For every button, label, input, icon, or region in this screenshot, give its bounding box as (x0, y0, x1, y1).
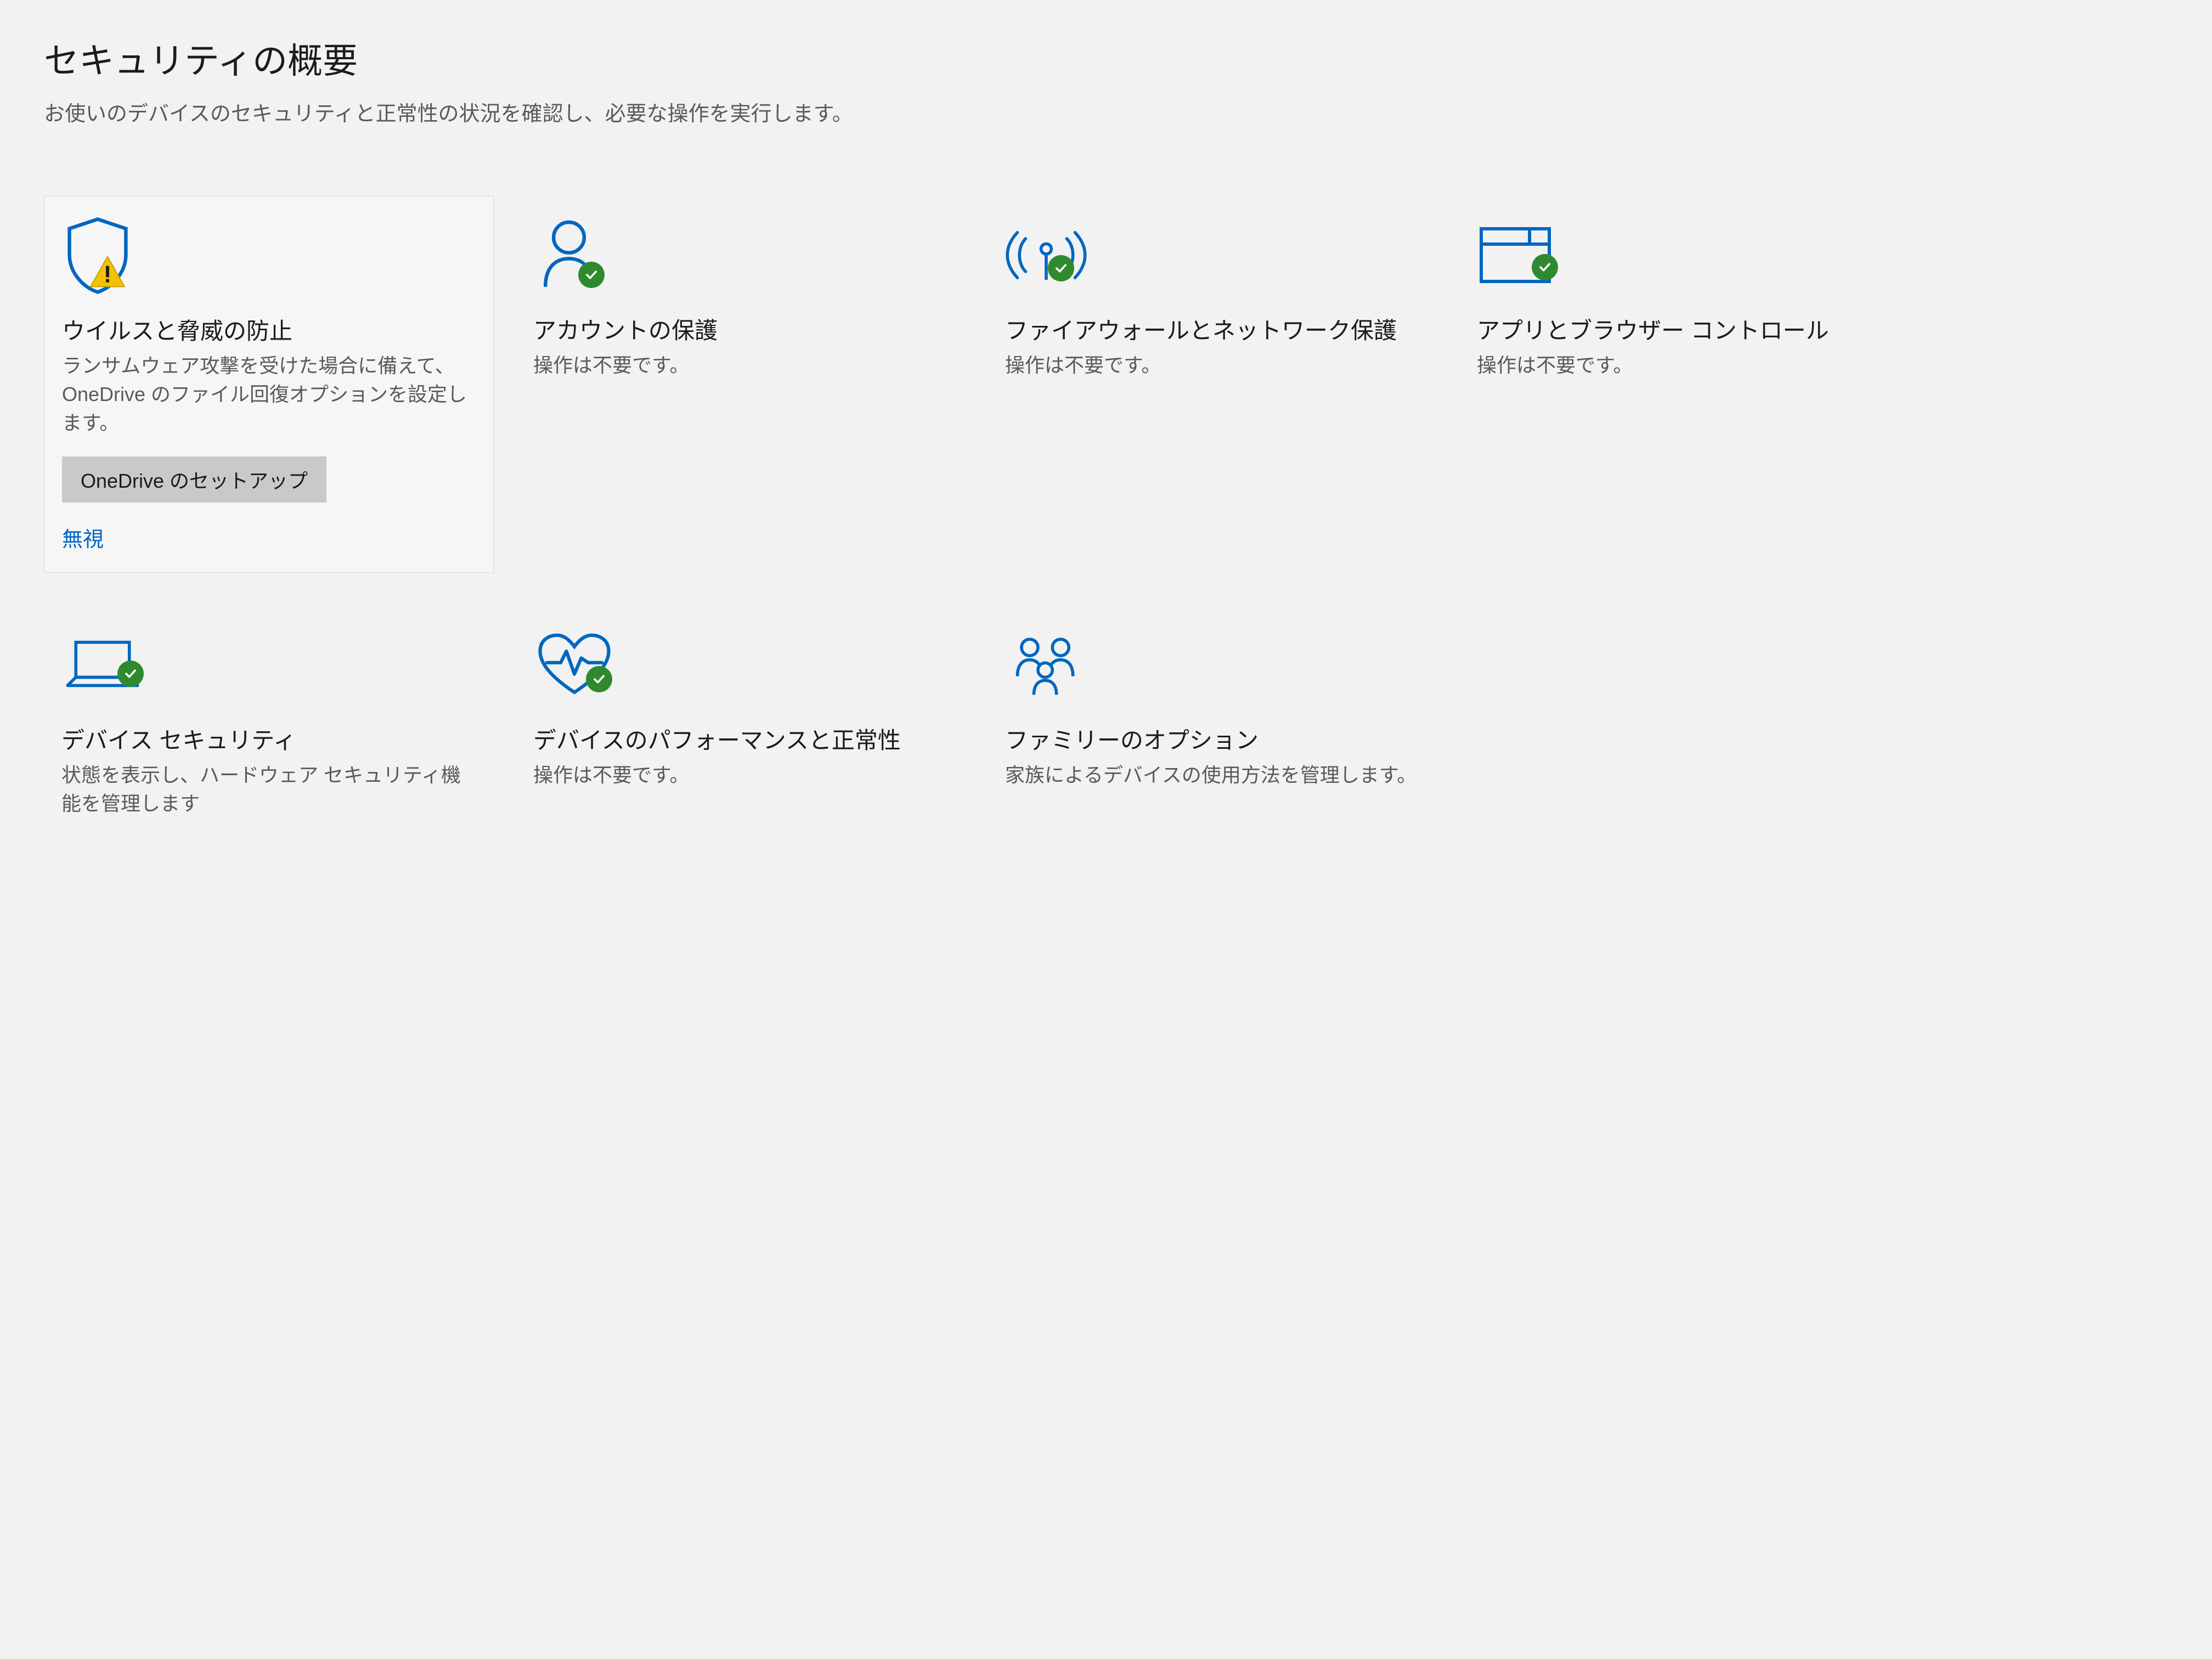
onedrive-setup-button[interactable]: OneDrive のセットアップ (62, 456, 326, 503)
check-badge-icon (1048, 255, 1074, 281)
tile-title: アプリとブラウザー コントロール (1477, 312, 1892, 346)
tile-title: デバイスのパフォーマンスと正常性 (533, 722, 948, 755)
account-icon (533, 211, 948, 299)
tile-title: ファイアウォールとネットワーク保護 (1005, 312, 1420, 346)
tile-desc: 状態を表示し、ハードウェア セキュリティ機能を管理します (61, 761, 476, 818)
tile-firewall-network[interactable]: ファイアウォールとネットワーク保護 操作は不要です。 (988, 196, 1437, 409)
laptop-icon (61, 621, 476, 709)
window-icon (1477, 211, 1892, 299)
antenna-icon (1005, 211, 1420, 299)
tile-desc: ランサムウェア攻撃を受けた場合に備えて、OneDrive のファイル回復オプショ… (62, 352, 476, 438)
warning-badge-icon (88, 255, 127, 289)
page-title: セキュリティの概要 (44, 33, 2019, 83)
tile-desc: 操作は不要です。 (533, 761, 948, 789)
check-badge-icon (1532, 254, 1558, 280)
tile-account-protection[interactable]: アカウントの保護 操作は不要です。 (516, 196, 966, 409)
check-badge-icon (586, 666, 612, 692)
page-subtitle: お使いのデバイスのセキュリティと正常性の状況を確認し、必要な操作を実行します。 (44, 99, 867, 130)
dismiss-link[interactable]: 無視 (62, 520, 104, 555)
tile-desc: 操作は不要です。 (533, 351, 948, 380)
family-icon (1005, 621, 1420, 709)
tile-performance-health[interactable]: デバイスのパフォーマンスと正常性 操作は不要です。 (516, 606, 966, 819)
tile-title: ファミリーのオプション (1005, 722, 1420, 755)
tile-title: ウイルスと脅威の防止 (62, 313, 476, 346)
tile-desc: 操作は不要です。 (1005, 351, 1420, 380)
tile-desc: 操作は不要です。 (1477, 351, 1892, 380)
heart-health-icon (533, 621, 948, 709)
tile-virus-threat[interactable]: ウイルスと脅威の防止 ランサムウェア攻撃を受けた場合に備えて、OneDrive … (44, 196, 494, 573)
tile-family-options[interactable]: ファミリーのオプション 家族によるデバイスの使用方法を管理します。 (988, 606, 1437, 819)
tile-title: デバイス セキュリティ (61, 722, 476, 755)
tile-desc: 家族によるデバイスの使用方法を管理します。 (1005, 761, 1420, 789)
tile-device-security[interactable]: デバイス セキュリティ 状態を表示し、ハードウェア セキュリティ機能を管理します (44, 606, 494, 848)
tile-title: アカウントの保護 (533, 312, 948, 346)
tile-app-browser-control[interactable]: アプリとブラウザー コントロール 操作は不要です。 (1459, 196, 1909, 409)
check-badge-icon (117, 661, 144, 687)
security-tiles-grid: ウイルスと脅威の防止 ランサムウェア攻撃を受けた場合に備えて、OneDrive … (44, 196, 2019, 848)
shield-icon (62, 212, 476, 300)
check-badge-icon (578, 262, 605, 288)
